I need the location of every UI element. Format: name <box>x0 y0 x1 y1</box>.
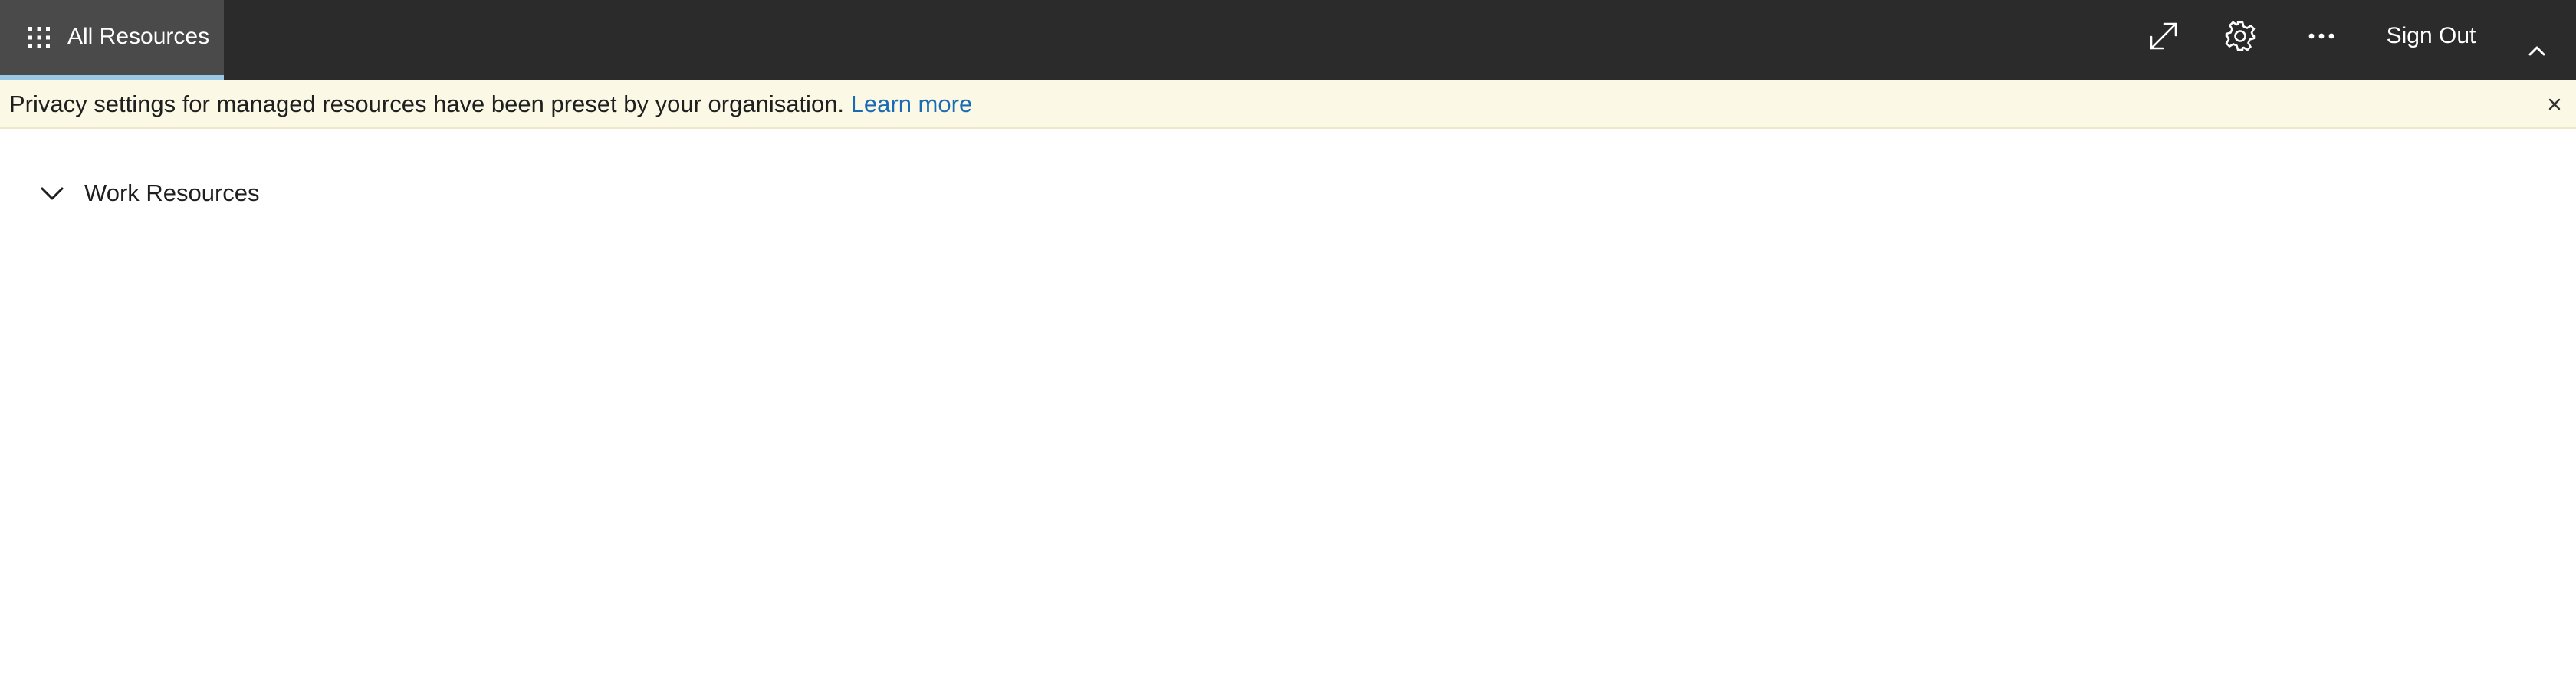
expand-icon <box>2150 22 2177 50</box>
work-resources-title: Work Resources <box>84 179 260 206</box>
chevron-up-icon <box>2528 46 2545 56</box>
all-resources-label: All Resources <box>67 24 210 49</box>
waffle-icon <box>28 27 50 48</box>
all-resources-tab[interactable]: All Resources <box>0 0 224 80</box>
chevron-down-icon <box>38 179 66 207</box>
privacy-notice-text: Privacy settings for managed resources h… <box>9 90 972 119</box>
sign-out-button[interactable]: Sign Out <box>2374 0 2489 72</box>
more-options-button[interactable] <box>2295 0 2348 72</box>
work-resources-section-toggle[interactable]: Work Resources <box>38 172 260 215</box>
gear-icon <box>2225 21 2256 51</box>
collapse-header-button[interactable] <box>2518 28 2556 74</box>
close-icon <box>2548 98 2561 110</box>
settings-button[interactable] <box>2214 0 2266 72</box>
privacy-notice-message: Privacy settings for managed resources h… <box>9 90 851 117</box>
more-horizontal-icon <box>2308 33 2334 39</box>
privacy-notice-banner: Privacy settings for managed resources h… <box>0 80 2576 129</box>
learn-more-link[interactable]: Learn more <box>851 90 973 117</box>
close-notice-button[interactable] <box>2541 90 2568 118</box>
top-bar: All Resources Sign Out <box>0 0 2576 80</box>
expand-button[interactable] <box>2139 0 2188 72</box>
